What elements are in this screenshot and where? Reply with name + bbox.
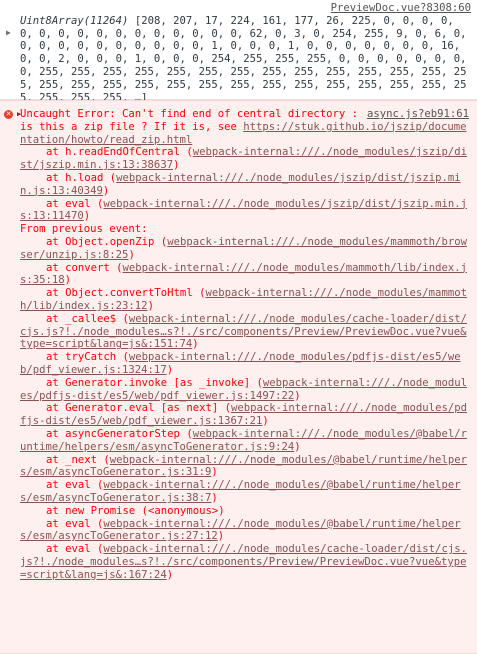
stack-frame-function: at _next ( [46,453,110,466]
stack-frame: at eval (webpack-internal:///./node_modu… [20,543,469,581]
stack-frame-close-paren: ) [166,568,174,581]
stack-frame-close-paren: ) [147,299,154,312]
stack-frame: at eval (webpack-internal:///./node_modu… [20,198,469,224]
array-preview[interactable]: ▶ Uint8Array(11264) [208, 207, 17, 224, … [6,15,471,105]
stack-frames-previous: at Object.openZip (webpack-internal:///.… [20,236,469,582]
stack-frame-close-paren: ) [128,248,135,261]
stack-frame-function: at eval ( [46,479,104,492]
log-source-link[interactable]: PreviewDoc.vue?8308:60 [20,2,471,15]
stack-frame: at eval (webpack-internal:///./node_modu… [20,479,469,505]
console-error-message: ✕ ▶ async.js?eb91:61 Uncaught Error: Can… [0,100,477,654]
stack-frame: at eval (webpack-internal:///./node_modu… [20,518,469,544]
devtools-console: PreviewDoc.vue?8308:60 ▶ Uint8Array(1126… [0,0,477,654]
stack-frame-close-paren: ) [64,274,72,287]
array-type-label: Uint8Array(11264) [20,14,129,27]
stack-frame: at h.load (webpack-internal:///./node_mo… [20,172,469,198]
stack-frame-close-paren: ) [192,338,199,351]
expand-triangle-icon[interactable]: ▶ [17,108,21,121]
stack-frame: at Generator.invoke [as _invoke] (webpac… [20,377,469,403]
stack-frame-function: at eval ( [46,543,104,556]
stack-frame-function: at Generator.eval [as next] ( [46,402,231,415]
stack-frame: at asyncGeneratorStep (webpack-internal:… [20,428,469,454]
stack-frame: at Generator.eval [as next] (webpack-int… [20,402,469,428]
stack-frame: at _next (webpack-internal:///./node_mod… [20,454,469,480]
stack-frame: at new Promise (<anonymous>) [20,505,469,518]
stack-frame-function: at tryCatch ( [46,351,129,364]
stack-frame-close-paren: ) [173,159,180,172]
from-previous-event: From previous event: [20,223,148,236]
error-circle-icon: ✕ [4,110,13,119]
array-values: [208, 207, 17, 224, 161, 177, 26, 225, 0… [20,14,467,104]
error-source-link[interactable]: async.js?eb91:61 [367,108,469,121]
expand-triangle-icon[interactable]: ▶ [6,27,11,40]
stack-frame: at convert (webpack-internal:///./node_m… [20,262,469,288]
stack-frame-function: at convert ( [46,261,123,274]
stack-frame-close-paren: ) [294,440,301,453]
stack-frame-function: at _callee$ ( [46,312,129,325]
stack-frames: at h.readEndOfCentral (webpack-internal:… [20,146,469,223]
stack-frame-function: at eval ( [46,517,104,530]
stack-frame-function: at h.load ( [46,171,117,184]
stack-frame-close-paren: ) [294,389,301,402]
stack-frame-function: at Object.convertToHtml ( [46,287,206,300]
stack-frame-close-paren: ) [166,363,174,376]
stack-frame-close-paren: ) [211,491,218,504]
stack-frame-close-paren: ) [217,530,225,543]
stack-frame-close-paren: ) [102,184,110,197]
stack-frame-close-paren: ) [211,466,218,479]
stack-frame-function: at Object.openZip ( [46,235,168,248]
stack-frame: at tryCatch (webpack-internal:///./node_… [20,351,469,377]
stack-frame-close-paren: ) [83,210,91,223]
array-content: Uint8Array(11264) [208, 207, 17, 224, 16… [20,15,466,104]
stack-frame-function: at asyncGeneratorStep ( [46,427,193,440]
stack-frame-close-paren: ) [262,415,269,428]
stack-frame: at Object.convertToHtml (webpack-interna… [20,287,469,313]
stack-frame-function: at h.readEndOfCentral ( [46,146,193,159]
stack-frame: at Object.openZip (webpack-internal:///.… [20,236,469,262]
stack-frame-function: at eval ( [46,197,104,210]
stack-frame-function: at new Promise (<anonymous>) [46,504,225,517]
stack-frame-function: at Generator.invoke [as _invoke] ( [46,376,263,389]
stack-frame: at _callee$ (webpack-internal:///./node_… [20,313,469,351]
stack-frame: at h.readEndOfCentral (webpack-internal:… [20,146,469,172]
console-log-message: PreviewDoc.vue?8308:60 ▶ Uint8Array(1126… [0,0,477,104]
